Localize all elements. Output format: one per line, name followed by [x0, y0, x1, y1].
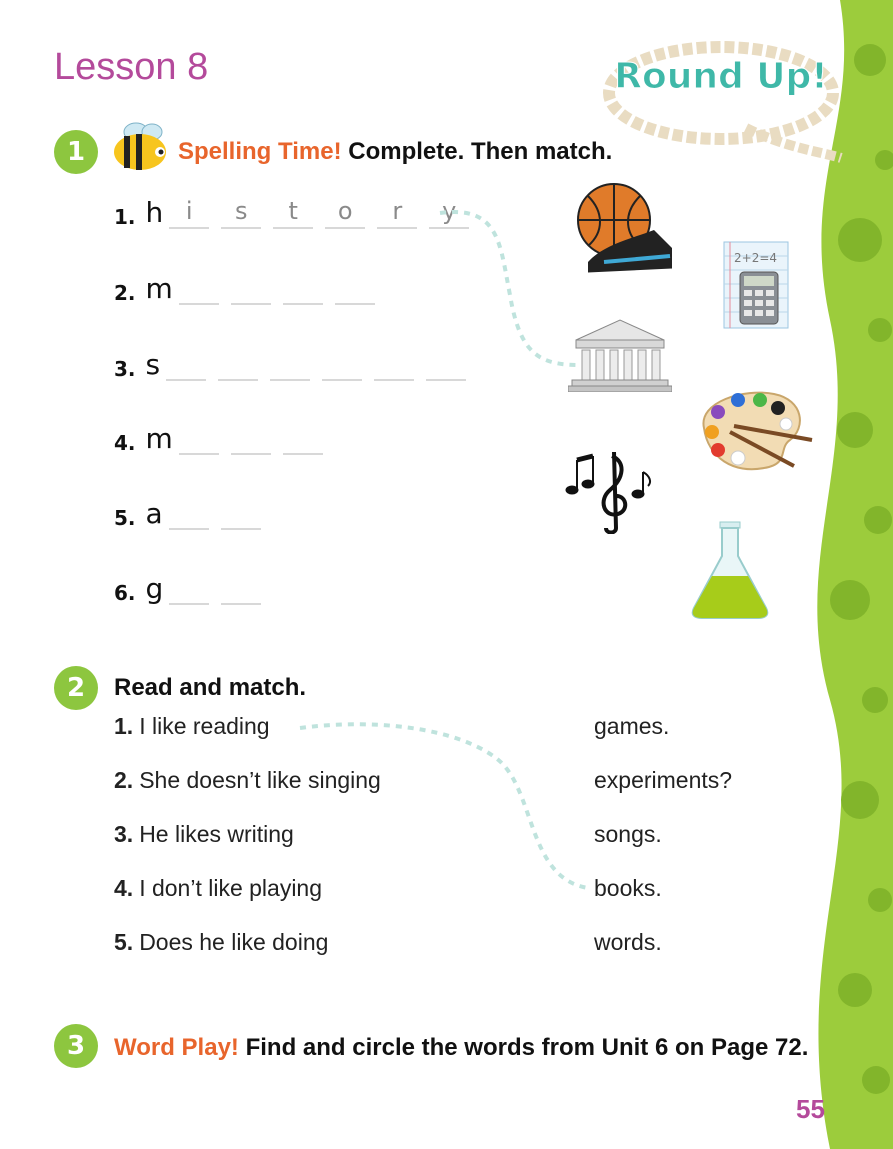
spelling-item-1: 1. h i s t o r y: [114, 196, 475, 229]
letter-blank[interactable]: o: [325, 197, 366, 229]
sentence-number: 3.: [114, 821, 134, 847]
section-2-instruction: Read and match.: [114, 674, 307, 701]
sentence-text: Does he like doing: [139, 929, 329, 955]
sentence-text: I like reading: [139, 713, 270, 739]
letter-blank[interactable]: [282, 423, 323, 455]
sentence-text: He likes writing: [139, 821, 294, 847]
section-3-heading: Word Play! Find and circle the words fro…: [114, 1034, 808, 1062]
letter-blank[interactable]: [282, 273, 323, 305]
section-2-number: 2: [54, 666, 98, 710]
letter-blank[interactable]: [178, 423, 219, 455]
ending-3[interactable]: songs.: [594, 821, 662, 848]
section-1-number: 1: [54, 130, 98, 174]
item-number: 5.: [114, 506, 136, 530]
sentence-number: 4.: [114, 875, 134, 901]
first-letter: s: [145, 348, 161, 381]
item-number: 4.: [114, 431, 136, 455]
ending-1[interactable]: games.: [594, 713, 669, 740]
page-number: 55: [796, 1094, 825, 1124]
ending-4[interactable]: books.: [594, 875, 662, 902]
letter-blank[interactable]: r: [377, 197, 418, 229]
word-play-label: Word Play!: [114, 1034, 239, 1061]
section-3-number: 3: [54, 1024, 98, 1068]
spelling-item-6: 6. g: [114, 572, 267, 605]
letter-blank[interactable]: [220, 498, 261, 530]
ending-5[interactable]: words.: [594, 929, 662, 956]
match-line-2: [299, 722, 589, 890]
sentence-text: I don’t like playing: [139, 875, 323, 901]
calculator-sum-text: 2+2=4: [734, 251, 777, 265]
first-letter: m: [145, 422, 173, 455]
first-letter: a: [145, 497, 163, 530]
item-number: 1.: [114, 205, 136, 229]
sentence-1: 1. I like reading: [114, 713, 270, 740]
letter-blank[interactable]: t: [273, 197, 314, 229]
section-1-heading: Spelling Time! Complete. Then match.: [178, 138, 612, 166]
item-number: 2.: [114, 281, 136, 305]
science-flask-icon[interactable]: [688, 520, 772, 620]
letter-blank[interactable]: i: [169, 197, 210, 229]
ending-2[interactable]: experiments?: [594, 767, 732, 794]
sentence-number: 1.: [114, 713, 134, 739]
basketball-and-sneaker-icon[interactable]: [574, 182, 678, 278]
spelling-item-4: 4. m: [114, 422, 329, 455]
letter-blank[interactable]: [221, 573, 262, 605]
lesson-title: Lesson 8: [54, 46, 209, 88]
round-up-text: Round Up!: [614, 56, 827, 97]
round-up-badge: Round Up!: [603, 41, 843, 163]
paint-palette-icon[interactable]: [694, 388, 816, 474]
sentence-number: 5.: [114, 929, 134, 955]
section-3-instruction: Find and circle the words from Unit 6 on…: [245, 1034, 809, 1061]
spelling-item-2: 2. m: [114, 272, 381, 305]
item-number: 6.: [114, 581, 136, 605]
math-calculator-icon[interactable]: 2+2=4: [722, 240, 790, 330]
first-letter: g: [145, 572, 164, 605]
letter-blank[interactable]: [178, 273, 219, 305]
spelling-item-5: 5. a: [114, 497, 267, 530]
item-number: 3.: [114, 357, 136, 381]
letter-blank[interactable]: [270, 349, 311, 381]
greek-temple-icon[interactable]: [568, 318, 672, 392]
first-letter: m: [145, 272, 173, 305]
spelling-item-3: 3. s: [114, 348, 472, 381]
music-notes-icon[interactable]: [562, 448, 654, 534]
letter-blank[interactable]: [166, 349, 207, 381]
sentence-4: 4. I don’t like playing: [114, 875, 322, 902]
letter-blank[interactable]: [322, 349, 363, 381]
sentence-3: 3. He likes writing: [114, 821, 294, 848]
sentence-number: 2.: [114, 767, 134, 793]
letter-blank[interactable]: [230, 423, 271, 455]
sentence-5: 5. Does he like doing: [114, 929, 328, 956]
letter-blank[interactable]: [168, 498, 209, 530]
spelling-time-label: Spelling Time!: [178, 138, 342, 165]
first-letter: h: [145, 196, 164, 229]
letter-blank[interactable]: [374, 349, 415, 381]
letter-blank[interactable]: [230, 273, 271, 305]
letter-blank[interactable]: [334, 273, 375, 305]
section-1-instruction: Complete. Then match.: [348, 138, 613, 165]
match-line-1: [439, 209, 581, 367]
letter-blank[interactable]: [218, 349, 259, 381]
bee-icon: [114, 122, 166, 170]
letter-blank[interactable]: [169, 573, 210, 605]
letter-blank[interactable]: s: [221, 197, 262, 229]
